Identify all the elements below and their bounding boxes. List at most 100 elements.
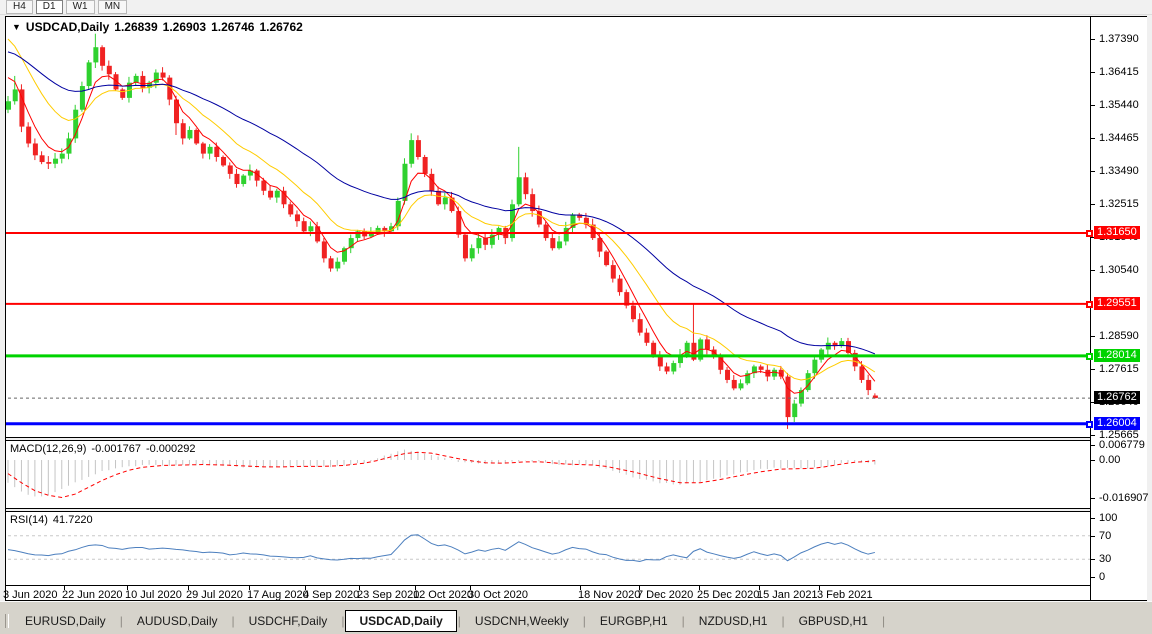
rsi-label: RSI(14) 41.7220 <box>10 514 98 526</box>
time-label: 12 Oct 2020 <box>413 589 473 601</box>
price-label: 1.37390 <box>1099 33 1139 45</box>
time-label: 3 Feb 2021 <box>817 589 873 601</box>
mt4-terminal: H4D1W1MN ▼ USDCAD,Daily 1.26839 1.26903 1.26… <box>0 0 1152 634</box>
price-badge-1.31650: 1.31650 <box>1094 226 1140 239</box>
tab-separator: | <box>682 614 685 628</box>
price-badge-1.26004: 1.26004 <box>1094 417 1140 430</box>
time-label: 3 Jun 2020 <box>3 589 57 601</box>
price-label: 1.33490 <box>1099 165 1139 177</box>
price-tick <box>1091 171 1095 172</box>
price-label: 1.28590 <box>1099 330 1139 342</box>
price-tick <box>1091 39 1095 40</box>
indicator-axis-label: 0.006779 <box>1099 439 1145 451</box>
tab-separator: | <box>458 614 461 628</box>
indicator-axis-label: -0.016907 <box>1099 492 1149 504</box>
price-tick <box>1091 138 1095 139</box>
price-label: 1.30540 <box>1099 264 1139 276</box>
ohlc-low: 1.26746 <box>211 20 254 34</box>
chart-tab-nzdusd-h1[interactable]: NZDUSD,H1 <box>686 610 781 632</box>
time-label: 23 Sep 2020 <box>357 589 419 601</box>
time-label: 29 Jul 2020 <box>186 589 243 601</box>
price-tick <box>1091 336 1095 337</box>
chart-tab-usdcnh-weekly[interactable]: USDCNH,Weekly <box>462 610 582 632</box>
time-label: 7 Dec 2020 <box>637 589 693 601</box>
price-tick <box>1091 204 1095 205</box>
price-badge-1.29551: 1.29551 <box>1094 297 1140 310</box>
price-tick <box>1091 105 1095 106</box>
price-label: 1.35440 <box>1099 99 1139 111</box>
macd-signal-value: -0.000292 <box>146 443 196 455</box>
tab-separator: | <box>232 614 235 628</box>
time-label: 15 Jan 2021 <box>757 589 818 601</box>
price-label: 1.34465 <box>1099 132 1139 144</box>
indicator-tick <box>1091 460 1095 461</box>
medium-ma-line <box>8 39 875 380</box>
price-chart-canvas[interactable] <box>6 17 1090 437</box>
time-label: 18 Nov 2020 <box>578 589 640 601</box>
chart-tab-eurgbp-h1[interactable]: EURGBP,H1 <box>587 610 681 632</box>
rsi-line <box>8 535 875 562</box>
indicator-axis-label: 70 <box>1099 530 1111 542</box>
timeframe-button-MN[interactable]: MN <box>98 0 128 14</box>
price-badge-1.28014: 1.28014 <box>1094 349 1140 362</box>
rsi-value: 41.7220 <box>53 514 93 526</box>
chart-tab-usdchf-daily[interactable]: USDCHF,Daily <box>236 610 341 632</box>
indicator-axis-label: 30 <box>1099 553 1111 565</box>
ohlc-close: 1.26762 <box>259 20 302 34</box>
symbol-label: USDCAD,Daily <box>26 20 109 34</box>
time-label: 17 Aug 2020 <box>247 589 309 601</box>
indicator-tick <box>1091 559 1095 560</box>
level-marker <box>1086 353 1093 360</box>
indicator-axis-label: 0 <box>1099 571 1105 583</box>
time-label: 10 Jul 2020 <box>125 589 182 601</box>
rsi-name: RSI(14) <box>10 514 48 526</box>
price-badge-1.26762: 1.26762 <box>1094 391 1140 404</box>
tab-separator: | <box>120 614 123 628</box>
indicator-tick <box>1091 577 1095 578</box>
level-marker <box>1086 301 1093 308</box>
price-tick <box>1091 369 1095 370</box>
timeframe-button-W1[interactable]: W1 <box>66 0 95 14</box>
macd-main-value: -0.001767 <box>91 443 141 455</box>
level-marker <box>1086 230 1093 237</box>
price-label: 1.32515 <box>1099 198 1139 210</box>
time-label: 22 Jun 2020 <box>62 589 123 601</box>
candles-group <box>6 34 878 429</box>
time-label: 30 Oct 2020 <box>468 589 528 601</box>
macd-signal-line <box>8 452 875 497</box>
indicator-tick <box>1091 518 1095 519</box>
chart-title: ▼ USDCAD,Daily 1.26839 1.26903 1.26746 1.2676… <box>12 20 308 34</box>
macd-histogram <box>8 450 875 497</box>
indicator-axis-label: 0.00 <box>1099 454 1120 466</box>
indicator-tick <box>1091 536 1095 537</box>
macd-label: MACD(12,26,9)-0.001767-0.000292 <box>10 443 201 455</box>
tabbar-grip-icon[interactable] <box>5 614 9 628</box>
timeframe-toolbar: H4D1W1MN <box>0 0 1152 15</box>
price-tick <box>1091 72 1095 73</box>
ohlc-open: 1.26839 <box>114 20 157 34</box>
tab-separator: | <box>341 614 344 628</box>
time-label: 4 Sep 2020 <box>303 589 359 601</box>
tab-separator: | <box>583 614 586 628</box>
tab-separator: | <box>882 614 885 628</box>
chart-tab-audusd-daily[interactable]: AUDUSD,Daily <box>124 610 231 632</box>
slow-ma-line <box>8 52 875 354</box>
chart-tab-eurusd-daily[interactable]: EURUSD,Daily <box>12 610 119 632</box>
price-axis[interactable]: 1.37390 1.36415 1.35440 1.34465 1.33490 1.325… <box>1090 17 1147 600</box>
chart-tabs: EURUSD,Daily|AUDUSD,Daily|USDCHF,Daily|U… <box>4 608 886 634</box>
chart-tab-gbpusd-h1[interactable]: GBPUSD,H1 <box>786 610 881 632</box>
ohlc-high: 1.26903 <box>163 20 206 34</box>
chart-tab-usdcad-daily[interactable]: USDCAD,Daily <box>345 610 456 632</box>
time-axis[interactable]: 3 Jun 2020 22 Jun 202010 Jul 2020 29 Jul 2… <box>6 585 1090 600</box>
indicator-tick <box>1091 445 1095 446</box>
timeframe-button-H4[interactable]: H4 <box>6 0 33 14</box>
price-tick <box>1091 270 1095 271</box>
price-label: 1.36415 <box>1099 66 1139 78</box>
chart-tab-bar: EURUSD,Daily|AUDUSD,Daily|USDCHF,Daily|U… <box>0 601 1152 634</box>
price-tick <box>1091 435 1095 436</box>
rsi-panel-canvas[interactable] <box>6 512 1090 585</box>
tab-separator: | <box>781 614 784 628</box>
chevron-down-icon[interactable]: ▼ <box>12 22 21 32</box>
indicator-tick <box>1091 498 1095 499</box>
timeframe-button-D1[interactable]: D1 <box>36 0 63 14</box>
